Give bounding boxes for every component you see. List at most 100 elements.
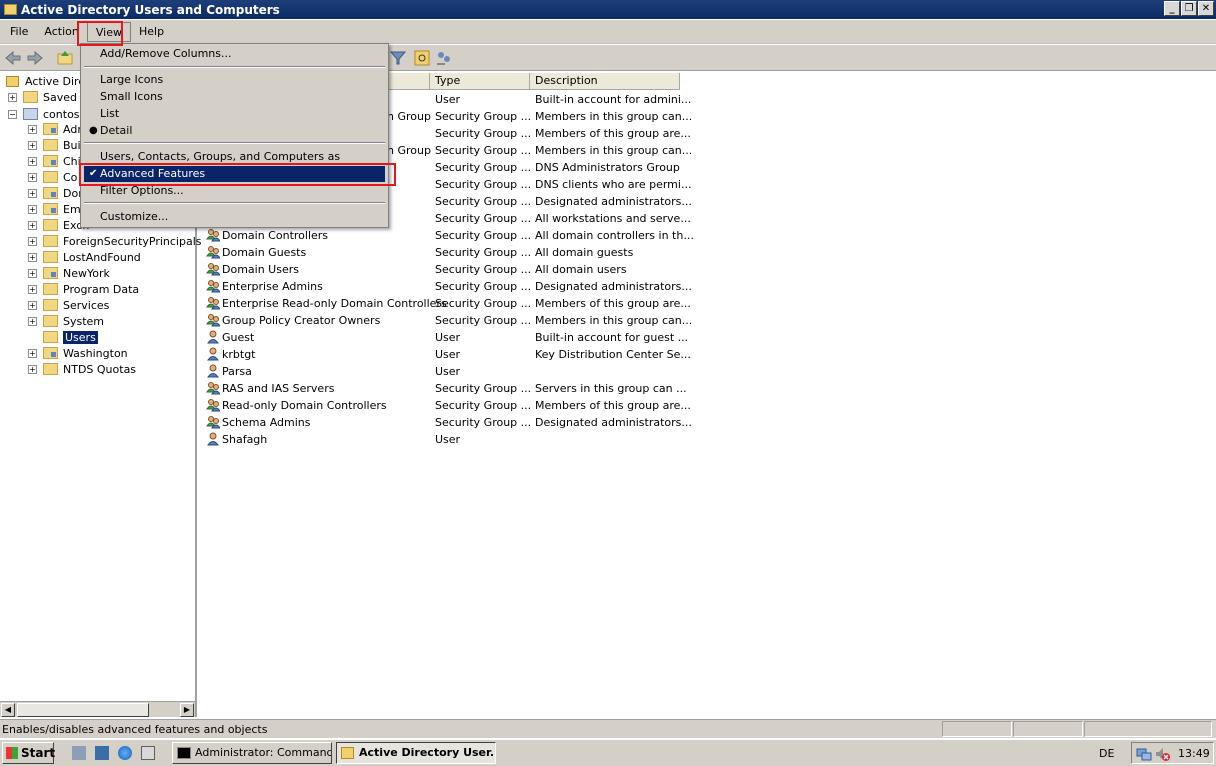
window-title: Active Directory Users and Computers xyxy=(21,2,280,17)
table-row[interactable]: Guest User Built-in account for guest ... xyxy=(201,329,1216,346)
row-description: Members of this group are... xyxy=(535,297,691,310)
tree-item-users[interactable]: Users xyxy=(43,329,98,345)
expand-icon[interactable]: + xyxy=(28,252,37,262)
folder-icon xyxy=(43,315,58,327)
tree-item[interactable]: + Chi xyxy=(28,153,81,169)
row-type: Security Group ... xyxy=(435,246,532,259)
menu-filter-options[interactable]: Filter Options... xyxy=(84,183,385,199)
menu-containers[interactable]: Users, Contacts, Groups, and Computers a… xyxy=(84,149,385,179)
expand-icon[interactable]: + xyxy=(28,204,37,214)
start-button[interactable]: Start xyxy=(2,742,55,764)
group-icon xyxy=(206,280,220,293)
expand-icon[interactable]: + xyxy=(28,300,37,310)
expand-icon[interactable]: + xyxy=(28,348,37,358)
menu-advanced-features[interactable]: ✔ Advanced Features xyxy=(84,166,385,182)
collapse-icon[interactable]: − xyxy=(8,109,17,119)
task-command-prompt[interactable]: Administrator: Command... xyxy=(172,742,332,764)
language-indicator[interactable]: DE xyxy=(1099,747,1114,760)
explorer-icon[interactable] xyxy=(141,746,155,760)
back-arrow-icon[interactable] xyxy=(3,48,23,68)
group-icon xyxy=(206,416,220,429)
expand-icon[interactable]: + xyxy=(28,140,37,150)
server-manager-icon[interactable] xyxy=(72,746,86,760)
expand-icon[interactable]: + xyxy=(28,172,37,182)
expand-icon[interactable]: + xyxy=(28,364,37,374)
expand-icon[interactable]: + xyxy=(28,268,37,278)
menu-view[interactable]: View xyxy=(86,21,131,42)
table-row[interactable]: Domain Users Security Group ... All domain… xyxy=(201,261,1216,278)
menu-customize[interactable]: Customize... xyxy=(84,209,385,225)
table-row[interactable]: Parsa User xyxy=(201,363,1216,380)
tree-item[interactable]: + Co xyxy=(28,169,77,185)
menu-large-icons[interactable]: Large Icons xyxy=(84,72,385,88)
column-type[interactable]: Type xyxy=(430,73,530,90)
menu-add-remove-columns[interactable]: Add/Remove Columns... xyxy=(84,46,385,62)
tree-item[interactable]: + NewYork xyxy=(28,265,110,281)
row-name: Read-only Domain Controllers xyxy=(222,399,387,412)
tree-item-label: Users xyxy=(63,330,98,344)
tree-item[interactable]: + Program Data xyxy=(28,281,139,297)
table-row[interactable]: Read-only Domain Controllers Security Gro… xyxy=(201,397,1216,414)
close-button[interactable]: ✕ xyxy=(1198,1,1214,16)
menu-file[interactable]: File xyxy=(2,22,36,42)
row-type: Security Group ... xyxy=(435,212,532,225)
tree-item[interactable]: + LostAndFound xyxy=(28,249,141,265)
table-row[interactable]: Schema Admins Security Group ... Designate… xyxy=(201,414,1216,431)
network-icon[interactable] xyxy=(1136,746,1152,762)
row-name: krbtgt xyxy=(222,348,256,361)
expand-icon[interactable]: + xyxy=(28,220,37,230)
table-row[interactable]: Group Policy Creator Owners Security Grou… xyxy=(201,312,1216,329)
menu-detail[interactable]: ● Detail xyxy=(84,123,385,139)
tree-item[interactable]: + System xyxy=(28,313,104,329)
tree-horizontal-scrollbar[interactable]: ◀ ▶ xyxy=(0,701,195,717)
status-cell xyxy=(1084,721,1212,737)
expand-icon[interactable]: + xyxy=(28,316,37,326)
tree-item[interactable]: + NTDS Quotas xyxy=(28,361,136,377)
table-row[interactable]: RAS and IAS Servers Security Group ... Ser… xyxy=(201,380,1216,397)
expand-icon[interactable]: + xyxy=(28,188,37,198)
tree-item[interactable]: + Emp xyxy=(28,201,88,217)
table-row[interactable]: Domain Controllers Security Group ... All … xyxy=(201,227,1216,244)
show-desktop-icon[interactable] xyxy=(95,746,109,760)
table-row[interactable]: Shafagh User xyxy=(201,431,1216,448)
delegate-icon[interactable] xyxy=(434,48,454,68)
volume-muted-icon[interactable] xyxy=(1154,746,1170,762)
cmd-icon xyxy=(177,747,191,759)
status-cell xyxy=(1013,721,1083,737)
filter-icon[interactable] xyxy=(388,48,408,68)
menu-help[interactable]: Help xyxy=(131,22,172,42)
scroll-thumb[interactable] xyxy=(17,703,149,717)
tree-item[interactable]: + ForeignSecurityPrincipals xyxy=(28,233,202,249)
expand-icon[interactable]: + xyxy=(28,236,37,246)
menu-action[interactable]: Action xyxy=(36,22,86,42)
expand-icon[interactable]: + xyxy=(28,284,37,294)
tree-saved-queries[interactable]: + Saved Q xyxy=(8,89,89,105)
row-name: Group Policy Creator Owners xyxy=(222,314,381,327)
tree-item[interactable]: + Services xyxy=(28,297,109,313)
up-folder-icon[interactable] xyxy=(55,48,75,68)
row-name: Enterprise Admins xyxy=(222,280,323,293)
tree-domain[interactable]: − contoso xyxy=(8,106,86,122)
scroll-left-icon[interactable]: ◀ xyxy=(1,703,15,717)
expand-icon[interactable]: + xyxy=(28,156,37,166)
clock[interactable]: 13:49 xyxy=(1178,747,1210,760)
scroll-right-icon[interactable]: ▶ xyxy=(180,703,194,717)
snapin-icon xyxy=(6,75,19,87)
tree-item[interactable]: + Buil xyxy=(28,137,84,153)
column-description[interactable]: Description xyxy=(530,73,680,90)
menu-small-icons[interactable]: Small Icons xyxy=(84,89,385,105)
tree-item[interactable]: + Washington xyxy=(28,345,128,361)
restore-button[interactable]: ❐ xyxy=(1181,1,1197,16)
menu-list[interactable]: List xyxy=(84,106,385,122)
task-active-directory[interactable]: Active Directory User... xyxy=(336,742,496,764)
table-row[interactable]: Domain Guests Security Group ... All domai… xyxy=(201,244,1216,261)
expand-icon[interactable]: + xyxy=(8,92,17,102)
internet-explorer-icon[interactable] xyxy=(118,746,132,760)
table-row[interactable]: Enterprise Admins Security Group ... Desig… xyxy=(201,278,1216,295)
forward-arrow-icon[interactable] xyxy=(25,48,45,68)
table-row[interactable]: Enterprise Read-only Domain Controllers S… xyxy=(201,295,1216,312)
minimize-button[interactable]: _ xyxy=(1164,1,1180,16)
find-icon[interactable] xyxy=(412,48,432,68)
expand-icon[interactable]: + xyxy=(28,124,37,134)
table-row[interactable]: krbtgt User Key Distribution Center Se... xyxy=(201,346,1216,363)
